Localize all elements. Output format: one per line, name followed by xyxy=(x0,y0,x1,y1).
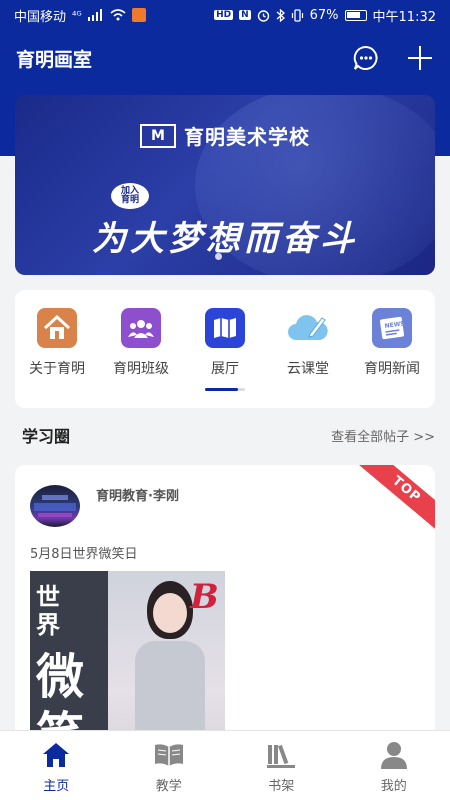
tab-home[interactable]: 主页 xyxy=(0,731,113,800)
tab-label: 主页 xyxy=(43,779,70,794)
section-title: 学习圈 xyxy=(22,427,71,446)
menu-label: 育明班级 xyxy=(113,361,169,377)
chat-button[interactable] xyxy=(352,44,380,72)
class-group-icon xyxy=(121,308,161,348)
app-notification-icon xyxy=(131,8,146,22)
menu-label: 育明新闻 xyxy=(364,361,420,377)
menu-label: 云课堂 xyxy=(287,361,329,377)
banner-slogan: 为大梦想而奋斗 xyxy=(92,219,358,259)
status-bar: 中国移动 ⁴ᴳ HD N 67% 中午11:32 xyxy=(0,0,450,30)
hd-badge: HD xyxy=(214,10,234,20)
study-circle-header: 学习圈 查看全部帖子 >> xyxy=(0,420,450,450)
image-letter: B xyxy=(190,577,219,617)
join-tag: 加入 育明 xyxy=(111,183,149,209)
school-logo-icon: M xyxy=(140,123,176,148)
banner-brand: M 育明美术学校 xyxy=(15,121,435,150)
menu-item-about[interactable]: 关于育明 xyxy=(17,308,97,378)
tab-profile[interactable]: 我的 xyxy=(338,731,450,800)
tab-label: 书架 xyxy=(268,779,295,794)
app-bar: 育明画室 xyxy=(0,30,450,86)
add-button[interactable] xyxy=(406,44,434,72)
bluetooth-icon xyxy=(276,8,285,22)
menu-item-classes[interactable]: 育明班级 xyxy=(101,308,181,378)
menu-item-news[interactable]: NEWS 育明新闻 xyxy=(352,308,432,378)
clock: 中午11:32 xyxy=(372,9,436,25)
chat-bubble-icon xyxy=(353,45,378,70)
post-card[interactable]: 育明教育·李刚 TOP 5月8日世界微笑日 世 界 微 笑 B xyxy=(15,465,435,765)
menu-label: 展厅 xyxy=(211,361,239,377)
carousel-indicator xyxy=(215,253,222,260)
tab-bookshelf[interactable]: 书架 xyxy=(225,731,338,800)
alarm-icon xyxy=(257,9,269,22)
menu-label: 关于育明 xyxy=(29,361,85,377)
menu-page-indicator xyxy=(205,388,245,391)
school-name: 育明美术学校 xyxy=(184,125,310,149)
user-icon xyxy=(379,741,409,769)
tab-teaching[interactable]: 教学 xyxy=(113,731,226,800)
vibrate-icon xyxy=(291,8,303,22)
avatar[interactable] xyxy=(30,485,80,527)
wifi-icon xyxy=(110,9,126,21)
bottom-tab-bar: 主页 教学 书架 我的 xyxy=(0,730,450,800)
book-open-icon xyxy=(154,741,184,769)
view-all-posts-link[interactable]: 查看全部帖子 >> xyxy=(331,426,435,445)
map-icon xyxy=(205,308,245,348)
cloud-edit-icon xyxy=(288,308,328,348)
post-text: 5月8日世界微笑日 xyxy=(30,547,138,562)
battery-percent: 67% xyxy=(309,7,339,23)
promo-banner[interactable]: M 育明美术学校 加入 育明 为大梦想而奋斗 xyxy=(15,95,435,275)
home-tab-icon xyxy=(41,741,71,769)
home-icon xyxy=(37,308,77,348)
post-author[interactable]: 育明教育·李刚 xyxy=(96,485,179,504)
app-title: 育明画室 xyxy=(16,48,93,71)
tab-label: 教学 xyxy=(155,779,182,794)
menu-item-cloud-class[interactable]: 云课堂 xyxy=(268,308,348,378)
bookshelf-icon xyxy=(266,741,296,769)
image-word: 界 xyxy=(36,610,60,639)
top-badge: TOP xyxy=(356,465,435,534)
tab-label: 我的 xyxy=(380,779,407,794)
battery-icon xyxy=(344,9,367,21)
nfc-badge: N xyxy=(239,10,251,20)
menu-item-gallery[interactable]: 展厅 xyxy=(185,308,265,378)
network-type-label: ⁴ᴳ xyxy=(72,8,82,22)
quick-menu: 关于育明 育明班级 展厅 云课堂 NEWS 育明新闻 xyxy=(15,290,435,408)
signal-icon xyxy=(87,9,102,21)
news-icon: NEWS xyxy=(372,308,412,348)
carrier-label: 中国移动 xyxy=(14,9,67,25)
plus-icon xyxy=(408,46,432,70)
